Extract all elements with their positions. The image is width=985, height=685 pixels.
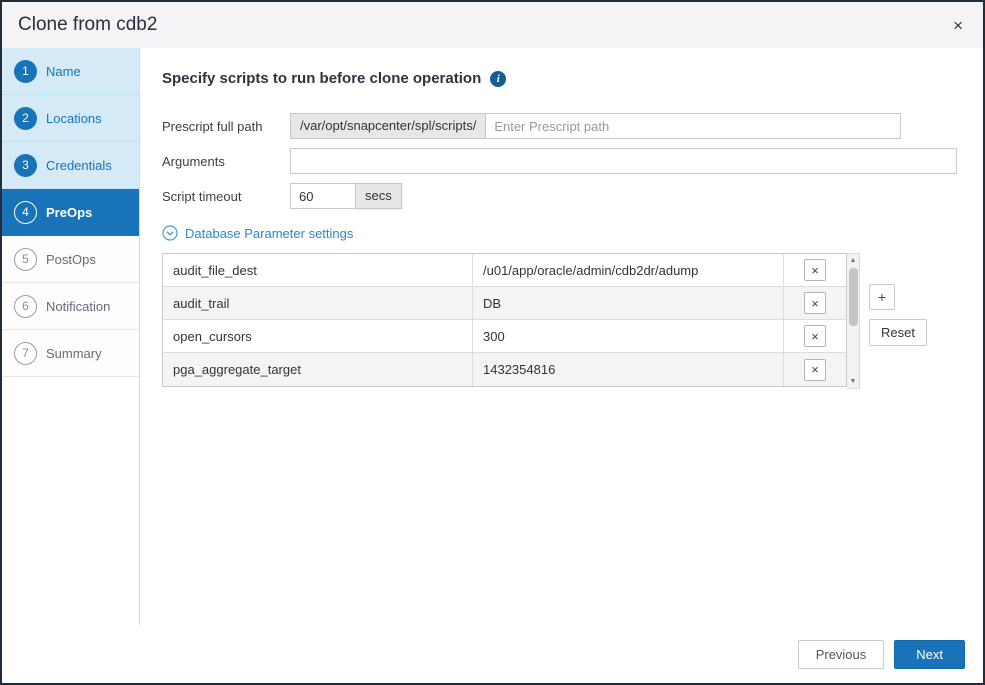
- arguments-input[interactable]: [290, 148, 957, 174]
- step-number: 5: [14, 248, 37, 271]
- chevron-down-circle-icon: [162, 225, 178, 241]
- arguments-row: Arguments: [162, 148, 957, 174]
- scroll-up-icon[interactable]: ▲: [847, 254, 859, 267]
- timeout-input[interactable]: [290, 183, 356, 209]
- prescript-path-prefix: /var/opt/snapcenter/spl/scripts/: [290, 113, 485, 139]
- step-label: Name: [46, 64, 81, 79]
- step-locations[interactable]: 2 Locations: [2, 95, 139, 142]
- step-number: 6: [14, 295, 37, 318]
- step-credentials[interactable]: 3 Credentials: [2, 142, 139, 189]
- dialog-title: Clone from cdb2: [18, 14, 157, 36]
- database-parameter-settings-toggle[interactable]: Database Parameter settings: [162, 225, 353, 241]
- step-notification[interactable]: 6 Notification: [2, 283, 139, 330]
- arguments-label: Arguments: [162, 154, 290, 169]
- table-row: audit_trail DB ×: [163, 287, 846, 320]
- prescript-path-input[interactable]: [485, 113, 901, 139]
- table-scrollbar[interactable]: ▲ ▼: [847, 253, 860, 389]
- param-value-cell[interactable]: 1432354816: [473, 353, 784, 386]
- param-value-cell[interactable]: /u01/app/oracle/admin/cdb2dr/adump: [473, 254, 784, 286]
- close-icon[interactable]: ×: [949, 15, 967, 36]
- step-postops[interactable]: 5 PostOps: [2, 236, 139, 283]
- remove-row-button[interactable]: ×: [804, 259, 826, 281]
- previous-button[interactable]: Previous: [798, 640, 885, 669]
- prescript-label: Prescript full path: [162, 119, 290, 134]
- timeout-row: Script timeout secs: [162, 183, 957, 209]
- step-name[interactable]: 1 Name: [2, 48, 139, 95]
- remove-row-button[interactable]: ×: [804, 325, 826, 347]
- step-number: 2: [14, 107, 37, 130]
- page-heading-row: Specify scripts to run before clone oper…: [162, 70, 957, 87]
- database-parameters-table: audit_file_dest /u01/app/oracle/admin/cd…: [162, 253, 847, 387]
- param-name-cell: open_cursors: [163, 320, 473, 352]
- database-parameter-settings-label: Database Parameter settings: [185, 226, 353, 241]
- table-row: open_cursors 300 ×: [163, 320, 846, 353]
- timeout-label: Script timeout: [162, 189, 290, 204]
- param-name-cell: pga_aggregate_target: [163, 353, 473, 386]
- step-label: Notification: [46, 299, 110, 314]
- prescript-row: Prescript full path /var/opt/snapcenter/…: [162, 113, 957, 139]
- param-name-cell: audit_file_dest: [163, 254, 473, 286]
- wizard-steps-sidebar: 1 Name 2 Locations 3 Credentials 4 PreOp…: [2, 48, 140, 625]
- dialog-header: Clone from cdb2 ×: [2, 2, 983, 48]
- param-name-cell: audit_trail: [163, 287, 473, 319]
- param-value-cell[interactable]: DB: [473, 287, 784, 319]
- table-row: pga_aggregate_target 1432354816 ×: [163, 353, 846, 386]
- table-row: audit_file_dest /u01/app/oracle/admin/cd…: [163, 254, 846, 287]
- add-parameter-button[interactable]: +: [869, 284, 895, 310]
- step-label: PostOps: [46, 252, 96, 267]
- step-label: Credentials: [46, 158, 112, 173]
- wizard-footer: Previous Next: [2, 625, 983, 683]
- step-summary[interactable]: 7 Summary: [2, 330, 139, 377]
- step-preops[interactable]: 4 PreOps: [2, 189, 139, 236]
- timeout-unit: secs: [356, 183, 402, 209]
- step-label: Locations: [46, 111, 102, 126]
- scrollbar-thumb[interactable]: [849, 268, 858, 326]
- next-button[interactable]: Next: [894, 640, 965, 669]
- step-number: 3: [14, 154, 37, 177]
- param-value-cell[interactable]: 300: [473, 320, 784, 352]
- remove-row-button[interactable]: ×: [804, 292, 826, 314]
- step-label: PreOps: [46, 205, 92, 220]
- scroll-down-icon[interactable]: ▼: [847, 375, 859, 388]
- step-number: 7: [14, 342, 37, 365]
- step-number: 4: [14, 201, 37, 224]
- step-label: Summary: [46, 346, 102, 361]
- step-number: 1: [14, 60, 37, 83]
- reset-parameters-button[interactable]: Reset: [869, 319, 927, 346]
- info-icon[interactable]: i: [490, 71, 506, 87]
- preops-panel: Specify scripts to run before clone oper…: [140, 48, 983, 625]
- remove-row-button[interactable]: ×: [804, 359, 826, 381]
- clone-wizard-dialog: Clone from cdb2 × 1 Name 2 Locations 3 C…: [0, 0, 985, 685]
- page-title: Specify scripts to run before clone oper…: [162, 70, 481, 87]
